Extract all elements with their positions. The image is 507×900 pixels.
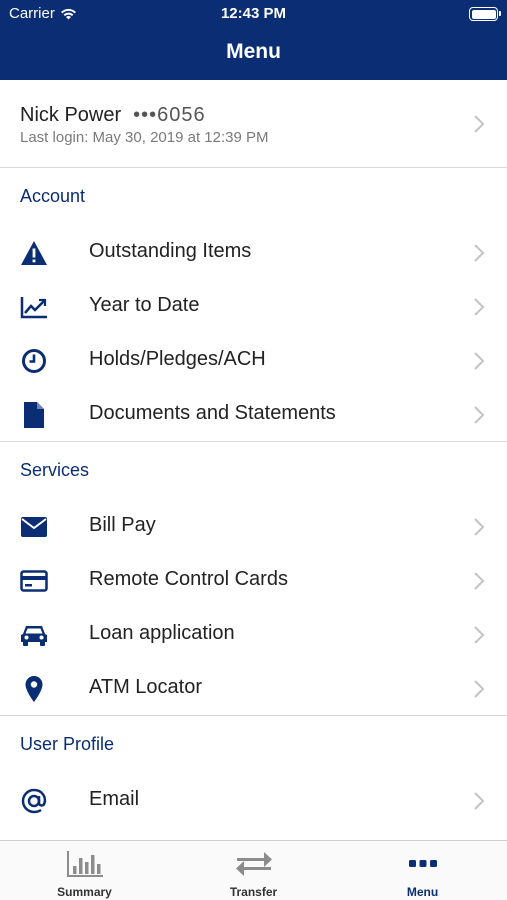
chevron-right-icon: [474, 572, 485, 590]
section-header-account: Account: [20, 186, 86, 206]
credit-card-icon: [19, 567, 48, 595]
menu-item-outstanding-items[interactable]: Outstanding Items: [0, 226, 507, 280]
section-header-user-profile: User Profile: [20, 734, 115, 754]
car-icon: [19, 621, 48, 649]
status-time: 12:43 PM: [220, 5, 287, 22]
menu-item-label: Documents and Statements: [89, 402, 336, 424]
menu-item-label: Holds/Pledges/ACH: [89, 348, 266, 370]
chevron-right-icon: [474, 792, 485, 810]
tab-label: Summary: [57, 885, 112, 899]
tab-label: Transfer: [229, 885, 278, 899]
section-divider: [0, 715, 507, 716]
transfer-arrows-icon: [169, 849, 338, 879]
menu-item-label: Year to Date: [89, 294, 200, 316]
chevron-right-icon: [474, 680, 485, 698]
page-title: Menu: [226, 40, 281, 63]
tab-transfer[interactable]: Transfer: [169, 841, 338, 900]
tab-summary[interactable]: Summary: [0, 841, 169, 900]
tab-label: Menu: [406, 885, 439, 899]
section-header-services: Services: [20, 460, 90, 480]
navigation-header: Carrier 12:43 PM Menu: [0, 0, 507, 80]
last-login: Last login: May 30, 2019 at 12:39 PM: [20, 129, 269, 146]
menu-item-label: Loan application: [89, 622, 235, 644]
chart-line-icon: [19, 293, 48, 321]
menu-item-holds-pledges-ach[interactable]: Holds/Pledges/ACH: [0, 334, 507, 388]
bar-chart-icon: [0, 849, 169, 879]
menu-item-year-to-date[interactable]: Year to Date: [0, 280, 507, 334]
chevron-right-icon: [474, 626, 485, 644]
profile-row[interactable]: Nick Power •••6056 Last login: May 30, 20…: [0, 80, 507, 168]
menu-item-label: Bill Pay: [89, 514, 156, 536]
chevron-right-icon: [474, 115, 485, 133]
chevron-right-icon: [474, 406, 485, 424]
chevron-right-icon: [474, 352, 485, 370]
menu-item-label: Outstanding Items: [89, 240, 252, 262]
warning-icon: [19, 239, 48, 267]
tab-menu[interactable]: Menu: [338, 841, 507, 900]
menu-item-bill-pay[interactable]: Bill Pay: [0, 500, 507, 554]
menu-item-atm-locator[interactable]: ATM Locator: [0, 662, 507, 716]
section-divider: [0, 441, 507, 442]
menu-item-remote-control-cards[interactable]: Remote Control Cards: [0, 554, 507, 608]
account-number: •••6056: [133, 104, 206, 126]
chevron-right-icon: [474, 518, 485, 536]
chevron-right-icon: [474, 244, 485, 262]
menu-item-loan-application[interactable]: Loan application: [0, 608, 507, 662]
battery-icon: [469, 7, 501, 21]
at-sign-icon: [19, 787, 48, 815]
menu-item-label: ATM Locator: [89, 676, 202, 698]
menu-item-documents-and-statements[interactable]: Documents and Statements: [0, 388, 507, 442]
status-bar: Carrier 12:43 PM: [0, 0, 507, 28]
chevron-right-icon: [474, 298, 485, 316]
envelope-icon: [19, 513, 48, 541]
user-name: Nick Power: [20, 104, 122, 126]
profile-name-line: Nick Power •••6056: [20, 104, 206, 127]
clock-icon: [19, 347, 48, 375]
menu-item-label: Email: [89, 788, 140, 810]
tab-bar: Summary Transfer Menu: [0, 840, 507, 900]
document-icon: [19, 401, 48, 429]
ellipsis-icon: [338, 849, 507, 879]
map-pin-icon: [19, 675, 48, 703]
menu-item-email[interactable]: Email: [0, 774, 507, 828]
menu-item-label: Remote Control Cards: [89, 568, 288, 590]
